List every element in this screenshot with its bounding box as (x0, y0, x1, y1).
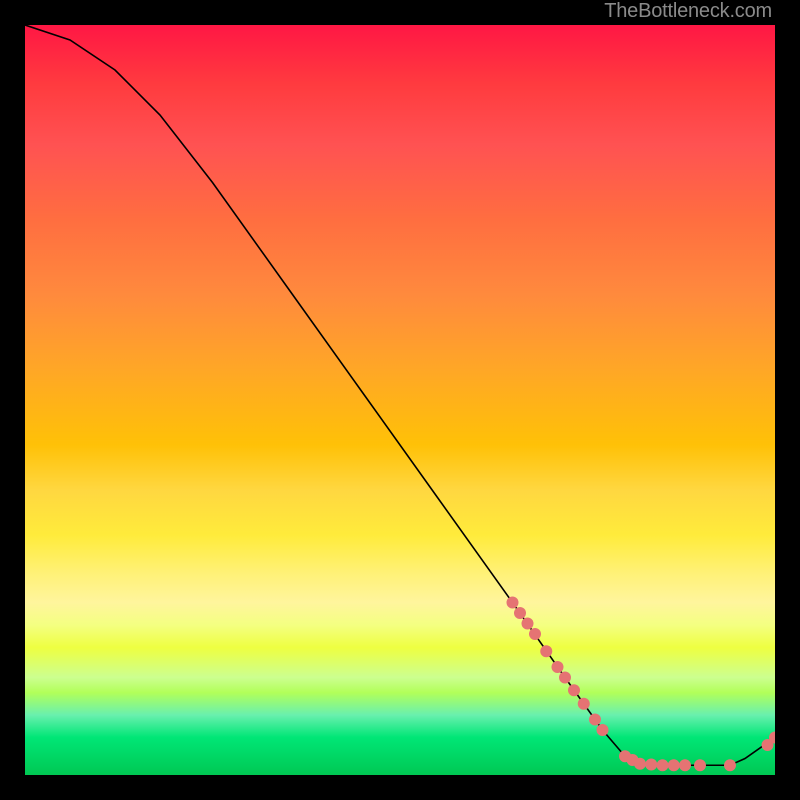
data-point (657, 759, 669, 771)
data-point (552, 661, 564, 673)
data-point (522, 618, 534, 630)
data-point (668, 759, 680, 771)
data-point (597, 724, 609, 736)
data-point (568, 684, 580, 696)
data-point (540, 645, 552, 657)
data-point (724, 759, 736, 771)
data-point (634, 758, 646, 770)
data-point (645, 759, 657, 771)
watermark-text: TheBottleneck.com (604, 0, 772, 23)
data-markers (507, 597, 776, 772)
chart-stage: TheBottleneck.com (0, 0, 800, 800)
data-point (694, 759, 706, 771)
data-point (514, 607, 526, 619)
data-point (589, 714, 601, 726)
data-point (679, 759, 691, 771)
data-point (529, 628, 541, 640)
data-point (559, 672, 571, 684)
bottleneck-curve (25, 25, 775, 765)
chart-svg (25, 25, 775, 775)
data-point (507, 597, 519, 609)
data-point (578, 698, 590, 710)
